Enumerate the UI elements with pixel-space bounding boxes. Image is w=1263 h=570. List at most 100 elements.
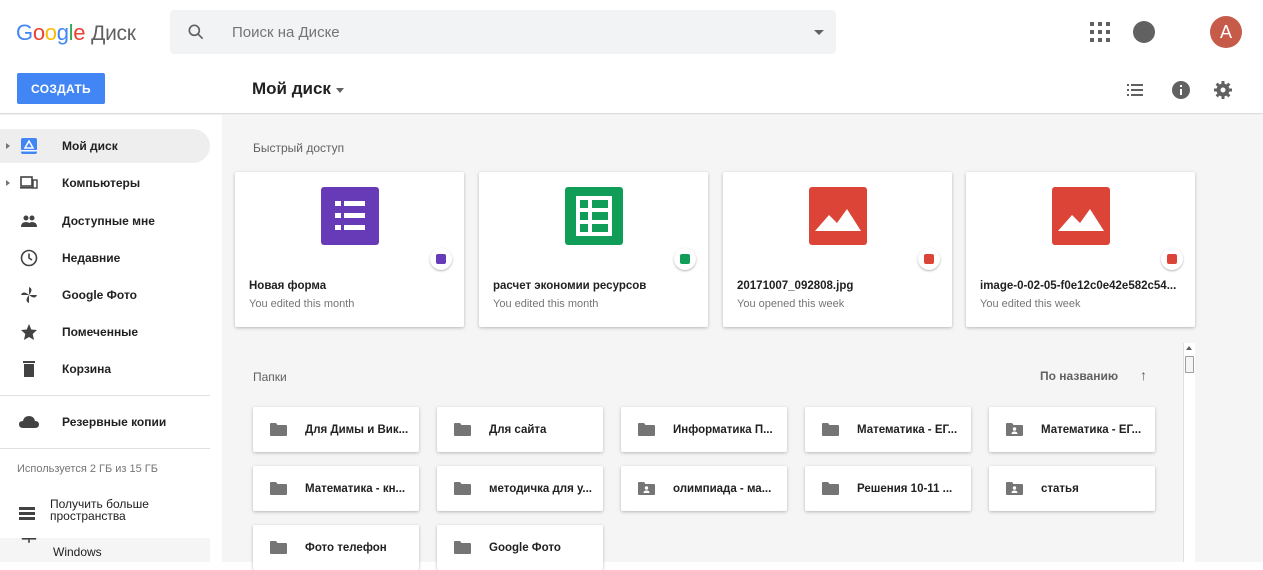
folder-name: Google Фото xyxy=(489,542,561,554)
sidebar-item-label: Google Фото xyxy=(62,288,137,302)
sidebar-item-my-drive[interactable]: Мой диск xyxy=(0,129,210,163)
folder-icon xyxy=(454,423,471,436)
apps-grid-icon[interactable] xyxy=(1088,20,1112,44)
folder-name: методичка для у... xyxy=(489,483,592,495)
folder-item[interactable]: Google Фото xyxy=(437,525,603,570)
folder-icon xyxy=(270,541,287,554)
gear-icon[interactable] xyxy=(1213,80,1233,100)
sidebar-item-label: Мой диск xyxy=(62,139,118,153)
sidebar-item-label: Резервные копии xyxy=(62,415,167,429)
quick-access-card[interactable]: image-0-02-05-f0e12c0e42e582c54... You e… xyxy=(966,172,1195,327)
sidebar-item-label: Windows xyxy=(53,545,102,559)
storage-icon xyxy=(19,507,35,520)
folder-item[interactable]: Математика - ЕГ... xyxy=(805,407,971,452)
app-header: GoogleДиск A xyxy=(0,0,1263,66)
sidebar-item-label: Компьютеры xyxy=(62,176,141,190)
get-more-storage-label: Получить больше пространства xyxy=(50,497,149,523)
divider xyxy=(0,448,210,449)
search-input[interactable] xyxy=(232,10,792,54)
drive-icon xyxy=(21,138,37,154)
sidebar-item-label: Корзина xyxy=(62,362,112,376)
folder-icon xyxy=(454,541,471,554)
folder-name: Математика - кн... xyxy=(305,483,406,495)
folder-icon xyxy=(270,423,287,436)
photos-icon xyxy=(21,287,37,303)
quick-access-card[interactable]: 20171007_092808.jpg You opened this week xyxy=(723,172,952,327)
folder-name: Решения 10-11 ... xyxy=(857,483,953,495)
sort-by-name-button[interactable]: По названию xyxy=(1040,369,1118,383)
folder-item[interactable]: Информатика П... xyxy=(621,407,787,452)
page-title[interactable]: Мой диск xyxy=(252,79,331,99)
folder-item[interactable]: Фото телефон xyxy=(253,525,419,570)
folder-item[interactable]: статья xyxy=(989,466,1155,511)
sidebar-item-computers[interactable]: Компьютеры xyxy=(0,166,210,200)
folders-title: Папки xyxy=(253,370,287,384)
expand-arrow-icon[interactable] xyxy=(6,180,10,186)
folder-item[interactable]: методичка для у... xyxy=(437,466,603,511)
sidebar-item-starred[interactable]: Помеченные xyxy=(0,315,210,349)
folder-icon xyxy=(822,482,839,495)
sidebar-item-shared[interactable]: Доступные мне xyxy=(0,204,210,238)
clock-icon xyxy=(20,249,38,267)
toolbar: СОЗДАТЬ Мой диск xyxy=(0,66,1263,114)
folder-name: статья xyxy=(1041,483,1079,495)
list-view-icon[interactable] xyxy=(1125,80,1145,100)
notifications-icon[interactable] xyxy=(1133,21,1155,43)
divider xyxy=(0,395,210,396)
quick-access-card[interactable]: расчет экономии ресурсов You edited this… xyxy=(479,172,708,327)
folder-name: олимпиада - ма... xyxy=(673,483,772,495)
logo-letter: o xyxy=(44,20,57,45)
folder-item[interactable]: олимпиада - ма... xyxy=(621,466,787,511)
sort-direction-icon[interactable]: ↑ xyxy=(1140,367,1147,383)
logo-letter: e xyxy=(73,20,86,45)
logo-product-name: Диск xyxy=(91,22,136,45)
scroll-up-icon[interactable] xyxy=(1186,346,1192,350)
logo-letter: G xyxy=(16,20,33,45)
sidebar-item-recent[interactable]: Недавние xyxy=(0,241,210,275)
expand-arrow-icon[interactable] xyxy=(6,143,10,149)
shared-folder-icon xyxy=(1006,482,1023,495)
create-button[interactable]: СОЗДАТЬ xyxy=(17,73,105,104)
sidebar-item-trash[interactable]: Корзина xyxy=(0,352,210,386)
trash-icon xyxy=(23,361,35,377)
cloud-icon xyxy=(19,416,39,428)
folder-item[interactable]: Для сайта xyxy=(437,407,603,452)
get-more-storage-link[interactable]: Получить больше пространства xyxy=(0,495,210,529)
scroll-thumb[interactable] xyxy=(1185,356,1194,373)
info-icon[interactable] xyxy=(1171,80,1191,100)
sidebar-item-windows[interactable]: Windows xyxy=(0,538,210,562)
folder-item[interactable]: Математика - ЕГ... xyxy=(989,407,1155,452)
quick-access-card[interactable]: Новая форма You edited this month xyxy=(235,172,464,327)
file-activity: You edited this month xyxy=(249,298,355,310)
chevron-down-icon[interactable] xyxy=(336,88,344,93)
shared-icon xyxy=(21,215,37,227)
folder-icon xyxy=(454,482,471,495)
logo-letter: g xyxy=(56,20,69,45)
logo-letter: o xyxy=(32,20,45,45)
google-drive-logo[interactable]: Google Диск xyxy=(16,20,136,46)
spreadsheet-thumbnail-icon xyxy=(565,187,623,245)
image-thumbnail-icon xyxy=(809,187,867,245)
sidebar-item-backups[interactable]: Резервные копии xyxy=(0,405,210,439)
folder-name: Математика - ЕГ... xyxy=(1041,424,1142,436)
sidebar-item-google-photos[interactable]: Google Фото xyxy=(0,278,210,312)
form-type-icon xyxy=(430,248,452,270)
quick-access-title: Быстрый доступ xyxy=(253,141,345,155)
shared-folder-icon xyxy=(1006,423,1023,436)
sidebar-item-label: Недавние xyxy=(62,251,121,265)
avatar[interactable]: A xyxy=(1210,16,1242,48)
form-thumbnail-icon xyxy=(321,187,379,245)
file-activity: You opened this week xyxy=(737,298,845,310)
folder-icon xyxy=(822,423,839,436)
search-options-icon[interactable] xyxy=(814,30,824,35)
search-icon[interactable] xyxy=(186,22,206,42)
shared-folder-icon xyxy=(638,482,655,495)
folder-item[interactable]: Математика - кн... xyxy=(253,466,419,511)
spreadsheet-type-icon xyxy=(674,248,696,270)
folder-name: Для Димы и Вик... xyxy=(305,424,409,436)
folder-item[interactable]: Решения 10-11 ... xyxy=(805,466,971,511)
scrollbar[interactable] xyxy=(1183,343,1195,562)
file-name: расчет экономии ресурсов xyxy=(493,280,647,292)
folder-item[interactable]: Для Димы и Вик... xyxy=(253,407,419,452)
image-type-icon xyxy=(918,248,940,270)
